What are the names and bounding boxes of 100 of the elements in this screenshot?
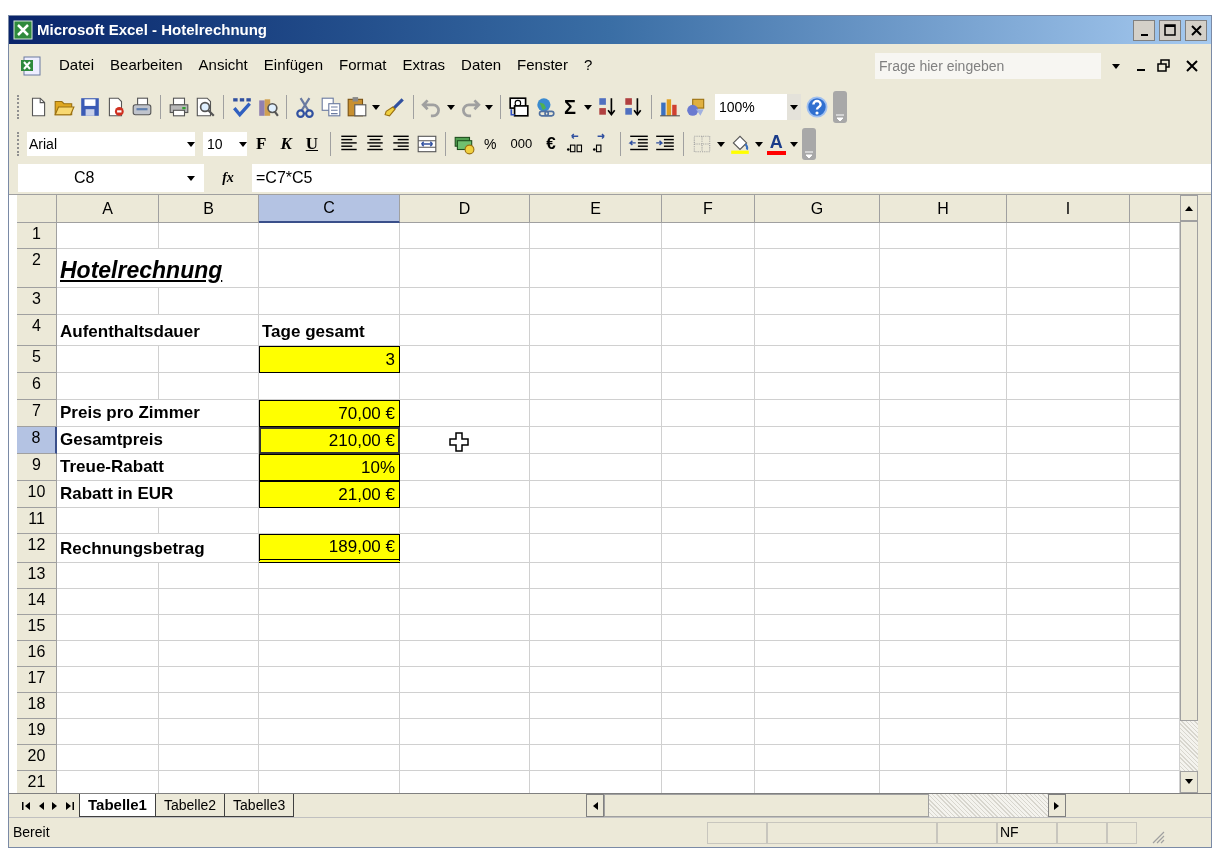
empty-cell[interactable]: [259, 589, 400, 615]
empty-cell[interactable]: [1007, 249, 1130, 288]
empty-cell[interactable]: [662, 373, 755, 400]
empty-cell[interactable]: [755, 400, 880, 427]
scissors-icon[interactable]: [294, 96, 316, 118]
empty-cell[interactable]: [880, 693, 1007, 719]
row-header[interactable]: 12: [17, 534, 57, 563]
underline-button[interactable]: U: [300, 131, 323, 157]
caret-icon[interactable]: [187, 140, 195, 148]
bar-chart-icon[interactable]: [659, 96, 681, 118]
empty-cell[interactable]: [880, 427, 1007, 454]
maximize-button[interactable]: [1159, 19, 1181, 41]
copy-icon[interactable]: [320, 96, 342, 118]
caret-icon[interactable]: [754, 140, 763, 148]
empty-cell[interactable]: [400, 508, 530, 534]
empty-cell[interactable]: [159, 508, 259, 534]
row-header[interactable]: 6: [17, 373, 57, 400]
first-sheet-icon[interactable]: [21, 800, 31, 811]
sheet-tab[interactable]: Tabelle2: [155, 794, 226, 817]
empty-cell[interactable]: [1007, 641, 1130, 667]
empty-cell[interactable]: [880, 481, 1007, 508]
empty-cell[interactable]: [755, 481, 880, 508]
empty-cell[interactable]: [1007, 400, 1130, 427]
caret-icon[interactable]: [447, 103, 455, 111]
value-cell[interactable]: 10%: [259, 454, 400, 481]
empty-cell[interactable]: [755, 563, 880, 589]
empty-cell[interactable]: [662, 667, 755, 693]
empty-cell[interactable]: [880, 288, 1007, 315]
empty-cell[interactable]: [662, 315, 755, 346]
empty-cell[interactable]: [880, 346, 1007, 373]
empty-cell[interactable]: [400, 589, 530, 615]
close-button[interactable]: [1185, 19, 1207, 41]
empty-cell[interactable]: [1007, 667, 1130, 693]
empty-cell[interactable]: [662, 288, 755, 315]
empty-cell[interactable]: [755, 534, 880, 563]
row-header[interactable]: 11: [17, 508, 57, 534]
row-header[interactable]: 16: [17, 641, 57, 667]
empty-cell[interactable]: [880, 615, 1007, 641]
row-header[interactable]: 5: [17, 346, 57, 373]
empty-cell[interactable]: [1007, 745, 1130, 771]
empty-cell[interactable]: [530, 223, 662, 249]
bold-button[interactable]: F: [251, 131, 272, 157]
empty-cell[interactable]: [159, 563, 259, 589]
empty-cell[interactable]: [159, 745, 259, 771]
empty-cell[interactable]: [880, 508, 1007, 534]
horizontal-scrollbar[interactable]: [586, 794, 1067, 817]
column-header[interactable]: E: [530, 195, 662, 223]
empty-cell[interactable]: [755, 427, 880, 454]
row-header[interactable]: 13: [17, 563, 57, 589]
menu-item[interactable]: Format: [333, 54, 393, 77]
empty-cell[interactable]: [1007, 508, 1130, 534]
empty-cell[interactable]: [400, 373, 530, 400]
empty-cell[interactable]: [755, 249, 880, 288]
empty-cell[interactable]: [880, 641, 1007, 667]
caret-icon[interactable]: [584, 103, 592, 111]
horizontal-scroll-thumb[interactable]: [604, 794, 930, 817]
fax-icon[interactable]: [131, 96, 153, 118]
empty-cell[interactable]: [530, 400, 662, 427]
empty-cell[interactable]: [755, 693, 880, 719]
italic-button[interactable]: K: [275, 131, 297, 157]
empty-cell[interactable]: [159, 641, 259, 667]
menu-item[interactable]: Fenster: [511, 54, 574, 77]
empty-cell[interactable]: [662, 223, 755, 249]
formula-field[interactable]: =C7*C5: [252, 163, 1211, 192]
empty-cell[interactable]: [400, 615, 530, 641]
empty-cell[interactable]: [400, 693, 530, 719]
row-header[interactable]: 10: [17, 481, 57, 508]
scroll-down-button[interactable]: [1180, 771, 1198, 793]
value-cell[interactable]: 189,00 €: [259, 534, 400, 563]
empty-cell[interactable]: [259, 249, 400, 288]
empty-cell[interactable]: [662, 589, 755, 615]
book-magnifier-icon[interactable]: [257, 96, 279, 118]
scroll-up-button[interactable]: [1180, 195, 1198, 221]
menu-item[interactable]: Datei: [53, 54, 101, 77]
empty-cell[interactable]: [1007, 288, 1130, 315]
empty-cell[interactable]: [530, 563, 662, 589]
column-header[interactable]: H: [880, 195, 1007, 223]
print-preview-icon[interactable]: [194, 96, 216, 118]
empty-cell[interactable]: [755, 373, 880, 400]
empty-cell[interactable]: [662, 745, 755, 771]
row-header[interactable]: 2: [17, 249, 57, 288]
paintbrush-icon[interactable]: [384, 96, 406, 118]
caret-icon[interactable]: [372, 103, 380, 111]
empty-cell[interactable]: [159, 223, 259, 249]
empty-cell[interactable]: [755, 454, 880, 481]
empty-cell[interactable]: [400, 563, 530, 589]
empty-cell[interactable]: [400, 249, 530, 288]
toolbar-options-icon[interactable]: [833, 91, 847, 123]
column-header[interactable]: C: [259, 195, 400, 223]
menu-item[interactable]: Extras: [396, 54, 452, 77]
minimize-button[interactable]: [1133, 19, 1155, 41]
empty-cell[interactable]: [259, 288, 400, 315]
empty-cell[interactable]: [1007, 223, 1130, 249]
empty-cell[interactable]: [880, 563, 1007, 589]
empty-cell[interactable]: [530, 667, 662, 693]
help-icon[interactable]: [805, 95, 829, 119]
empty-cell[interactable]: [1007, 481, 1130, 508]
empty-cell[interactable]: [880, 719, 1007, 745]
empty-cell[interactable]: [1007, 693, 1130, 719]
empty-cell[interactable]: [530, 315, 662, 346]
